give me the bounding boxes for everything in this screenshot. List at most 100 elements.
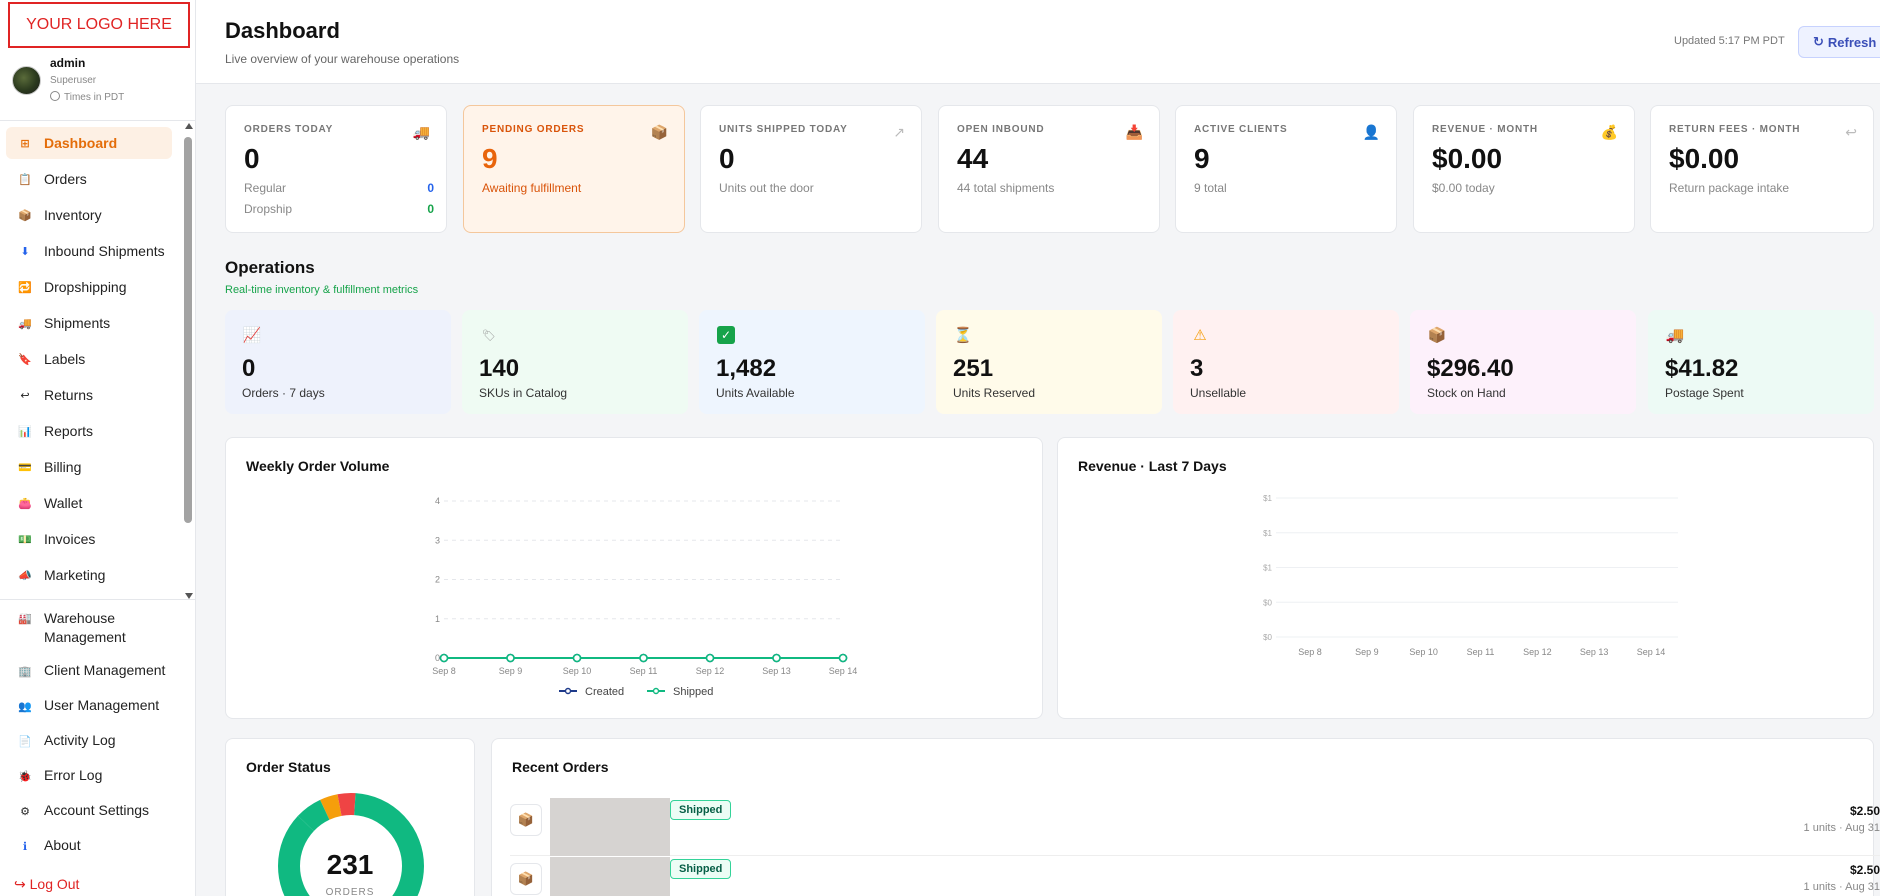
box-icon: 📦 — [510, 804, 542, 836]
product-thumbnail — [550, 857, 670, 896]
legend-label: Shipped — [673, 686, 713, 698]
y-tick-label: $0 — [1263, 598, 1272, 607]
sidebar-item-shipments[interactable]: 🚚 Shipments — [6, 307, 172, 339]
data-point — [439, 653, 449, 663]
sidebar-item-about[interactable]: ℹ About — [0, 837, 196, 853]
kpi-active-clients[interactable]: ACTIVE CLIENTS 👤 9 9 total — [1175, 105, 1397, 233]
chart-icon: 📊 — [18, 425, 32, 438]
clipboard-icon: 📋 — [18, 173, 32, 186]
grid-icon: ⊞ — [20, 137, 30, 150]
y-tick-label: 0 — [435, 653, 440, 663]
x-tick-label: Sep 9 — [499, 666, 523, 676]
sidebar-item-invoices[interactable]: 💵 Invoices — [6, 523, 172, 555]
box-icon: 📦 — [18, 209, 32, 222]
kpi-pending-orders[interactable]: PENDING ORDERS 📦 9 Awaiting fulfillment — [463, 105, 685, 233]
op-units-reserved[interactable]: ⏳ 251 Units Reserved — [936, 310, 1162, 414]
sidebar-item-user-management[interactable]: 👥 User Management — [0, 697, 196, 713]
sidebar-item-marketing[interactable]: 📣 Marketing — [6, 559, 172, 591]
scroll-thumb[interactable] — [184, 137, 192, 523]
log-icon: 📄 — [18, 735, 32, 748]
op-orders-7-days[interactable]: 📈 0 Orders · 7 days — [225, 310, 451, 414]
logout-icon: ↪ — [14, 876, 30, 892]
x-tick-label: Sep 8 — [1298, 647, 1322, 657]
sidebar-item-returns[interactable]: ↩ Returns — [6, 379, 172, 411]
sidebar-item-billing[interactable]: 💳 Billing — [6, 451, 172, 483]
avatar — [12, 66, 41, 95]
op-label: Postage Spent — [1665, 386, 1744, 400]
logo[interactable]: YOUR LOGO HERE — [8, 2, 190, 48]
op-stock-on-hand[interactable]: 📦 $296.40 Stock on Hand — [1410, 310, 1636, 414]
order-meta: 1 units · Aug 31 — [1803, 881, 1880, 893]
scroll-down-icon[interactable] — [185, 593, 193, 599]
kpi-label: UNITS SHIPPED TODAY — [719, 124, 848, 135]
op-value: $41.82 — [1665, 355, 1739, 382]
data-point — [772, 653, 781, 663]
op-value: 3 — [1190, 355, 1204, 382]
sidebar-item-activity-log[interactable]: 📄 Activity Log — [0, 732, 196, 748]
sidebar-item-dashboard[interactable]: ⊞ Dashboard — [6, 127, 172, 159]
op-label: Stock on Hand — [1427, 386, 1506, 400]
data-point — [506, 653, 515, 663]
weekly-order-volume-chart: 0 1 2 3 4 Sep 8 Sep 9 Sep 10 Sep 11 Sep 12 Sep 13 S… — [432, 496, 858, 698]
kpi-revenue-month[interactable]: REVENUE · MONTH 💰 $0.00 $0.00 today — [1413, 105, 1635, 233]
sidebar-item-inbound-shipments[interactable]: ⬇ Inbound Shipments — [6, 235, 172, 267]
sidebar-item-dropshipping[interactable]: 🔁 Dropshipping — [6, 271, 172, 303]
building-icon: 🏢 — [18, 665, 32, 678]
product-thumbnail — [550, 798, 670, 856]
warehouse-icon: 🏭 — [18, 612, 32, 625]
data-point — [639, 653, 648, 663]
logout-button[interactable]: ↪ Log Out — [14, 876, 79, 893]
kpi-value: 0 — [244, 143, 260, 174]
arrow-up-right-icon: ↗ — [893, 124, 905, 140]
gear-icon: ⚙ — [20, 805, 30, 818]
tag-icon: 🏷 — [482, 329, 496, 342]
kpi-return-fees-month[interactable]: RETURN FEES · MONTH ↩ $0.00 Return packa… — [1650, 105, 1874, 233]
page-title: Dashboard — [225, 18, 340, 43]
kpi-row-dropship: Dropship 0 — [244, 202, 434, 216]
sidebar-item-labels[interactable]: 🔖 Labels — [6, 343, 172, 375]
kpi-sub: Units out the door — [719, 181, 814, 195]
x-tick-label: Sep 14 — [829, 666, 858, 676]
sidebar-item-inventory[interactable]: 📦 Inventory — [6, 199, 172, 231]
truck-icon: 🚚 — [1665, 327, 1685, 344]
scroll-up-icon[interactable] — [185, 123, 193, 129]
kpi-sub: 9 total — [1194, 181, 1227, 195]
check-icon: ✓ — [717, 326, 735, 344]
sidebar-item-client-management[interactable]: 🏢 Client Management — [0, 662, 196, 678]
sidebar-item-warehouse-management[interactable]: 🏭 Warehouse Management — [0, 609, 196, 647]
sidebar-item-error-log[interactable]: 🐞 Error Log — [0, 767, 196, 783]
list-item[interactable]: 📦 Shipped $2.50 1 units · Aug 31 — [510, 798, 1880, 856]
kpi-units-shipped-today[interactable]: UNITS SHIPPED TODAY ↗ 0 Units out the do… — [700, 105, 922, 233]
return-icon: ↩ — [20, 389, 30, 402]
order-status-card: Order Status 231 ORDERS — [225, 738, 475, 896]
recent-orders-card: Recent Orders 📦 Shipped $2.50 1 units · … — [491, 738, 1880, 896]
users-icon: 👥 — [18, 700, 32, 713]
op-label: Unsellable — [1190, 386, 1247, 400]
x-tick-label: Sep 10 — [563, 666, 592, 676]
nav-scrollbar[interactable] — [184, 121, 194, 601]
sidebar-item-reports[interactable]: 📊 Reports — [6, 415, 172, 447]
kpi-open-inbound[interactable]: OPEN INBOUND 📥 44 44 total shipments — [938, 105, 1160, 233]
kpi-label: REVENUE · MONTH — [1432, 124, 1538, 135]
kpi-label: RETURN FEES · MONTH — [1669, 124, 1801, 135]
refresh-button[interactable]: ↻ Refresh — [1798, 26, 1880, 58]
op-skus-in-catalog[interactable]: 🏷 140 SKUs in Catalog — [462, 310, 688, 414]
dropship-icon: 🔁 — [18, 281, 32, 294]
op-value: $296.40 — [1427, 355, 1514, 382]
kpi-value: 9 — [1194, 143, 1210, 174]
user-icon: 👤 — [1362, 124, 1380, 140]
list-item[interactable]: 📦 Shipped $2.50 1 units · Aug 31 — [510, 857, 1880, 896]
revenue-card: Revenue · Last 7 Days $0 $0 $1 $1 $1 Sep 8 Sep… — [1057, 437, 1874, 719]
sidebar-item-account-settings[interactable]: ⚙ Account Settings — [0, 802, 196, 818]
inbound-icon: 📥 — [1125, 124, 1143, 140]
sidebar-item-orders[interactable]: 📋 Orders — [6, 163, 172, 195]
kpi-value: 0 — [719, 143, 735, 174]
op-units-available[interactable]: ✓ 1,482 Units Available — [699, 310, 925, 414]
op-postage-spent[interactable]: 🚚 $41.82 Postage Spent — [1648, 310, 1874, 414]
sidebar-item-wallet[interactable]: 👛 Wallet — [6, 487, 172, 519]
op-unsellable[interactable]: ⚠ 3 Unsellable — [1173, 310, 1399, 414]
kpi-orders-today[interactable]: ORDERS TODAY 🚚 0 Regular 0 Dropship 0 — [225, 105, 447, 233]
invoice-icon: 💵 — [18, 533, 32, 546]
op-label: SKUs in Catalog — [479, 386, 568, 400]
y-tick-label: 3 — [435, 535, 440, 545]
